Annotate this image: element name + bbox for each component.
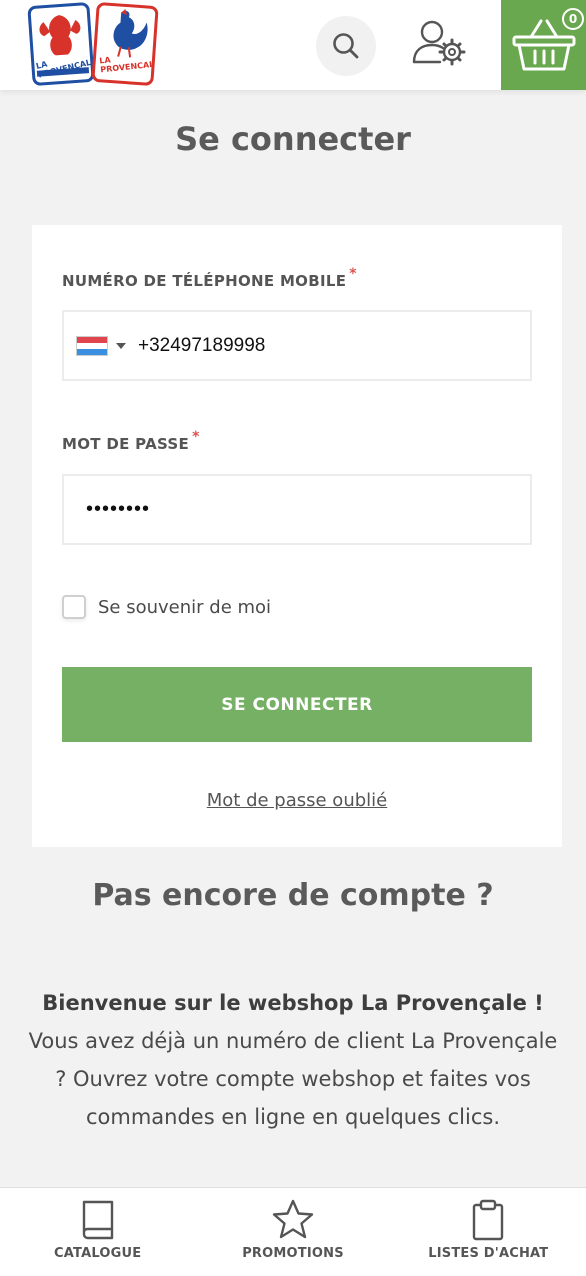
welcome-body: Vous avez déjà un numéro de client La Pr… — [28, 1029, 558, 1129]
password-label-text: MOT DE PASSE — [62, 435, 190, 453]
phone-field[interactable]: +32497189998 — [62, 310, 532, 381]
account-settings-button[interactable] — [410, 18, 468, 72]
nav-promotions[interactable]: PROMOTIONS — [195, 1188, 390, 1276]
country-flag-icon[interactable] — [76, 335, 108, 356]
required-marker: * — [349, 266, 357, 282]
nav-catalogue[interactable]: CATALOGUE — [0, 1188, 195, 1276]
password-field[interactable]: •••••••• — [62, 474, 532, 545]
nav-promotions-label: PROMOTIONS — [242, 1246, 344, 1261]
nav-catalogue-label: CATALOGUE — [54, 1246, 142, 1261]
nav-shopping-lists-label: LISTES D'ACHAT — [428, 1246, 549, 1261]
lobster-logo-card: LA PROVENCALE — [27, 1, 95, 87]
star-icon — [272, 1199, 314, 1239]
rooster-logo-card: LA PROVENCALE — [91, 1, 159, 87]
page-title: Se connecter — [175, 120, 411, 158]
forgot-password-link[interactable]: Mot de passe oublié — [32, 790, 562, 811]
brand-logo[interactable]: LA PROVENCALE LA PROVENCALE — [27, 1, 164, 88]
required-marker: * — [192, 429, 200, 445]
welcome-heading: Bienvenue sur le webshop La Provençale ! — [42, 991, 544, 1015]
bottom-nav: CATALOGUE PROMOTIONS LISTES D'ACHAT — [0, 1187, 586, 1276]
password-label: MOT DE PASSE * — [62, 429, 200, 453]
remember-me[interactable]: Se souvenir de moi — [62, 595, 271, 619]
user-settings-icon — [412, 20, 466, 66]
remember-checkbox[interactable] — [62, 595, 86, 619]
cart-count-badge: 0 — [562, 8, 584, 30]
clipboard-icon — [473, 1199, 504, 1241]
signup-title: Pas encore de compte ? — [92, 878, 494, 913]
phone-label-text: NUMÉRO DE TÉLÉPHONE MOBILE — [62, 272, 347, 290]
book-icon — [82, 1200, 113, 1240]
chevron-down-icon[interactable] — [116, 342, 126, 349]
remember-label[interactable]: Se souvenir de moi — [98, 597, 271, 618]
welcome-text: Bienvenue sur le webshop La Provençale !… — [20, 984, 566, 1136]
phone-label: NUMÉRO DE TÉLÉPHONE MOBILE * — [62, 266, 357, 290]
login-button[interactable]: SE CONNECTER — [62, 667, 532, 742]
nav-shopping-lists[interactable]: LISTES D'ACHAT — [391, 1188, 586, 1276]
phone-input[interactable]: +32497189998 — [138, 335, 265, 357]
password-input[interactable]: •••••••• — [86, 498, 150, 521]
search-button[interactable] — [316, 16, 376, 76]
top-header: LA PROVENCALE LA PROVENCALE 0 — [0, 0, 586, 90]
search-icon — [333, 33, 359, 59]
cart-button[interactable]: 0 — [501, 0, 586, 90]
login-card: NUMÉRO DE TÉLÉPHONE MOBILE * +32497189998… — [32, 225, 562, 847]
